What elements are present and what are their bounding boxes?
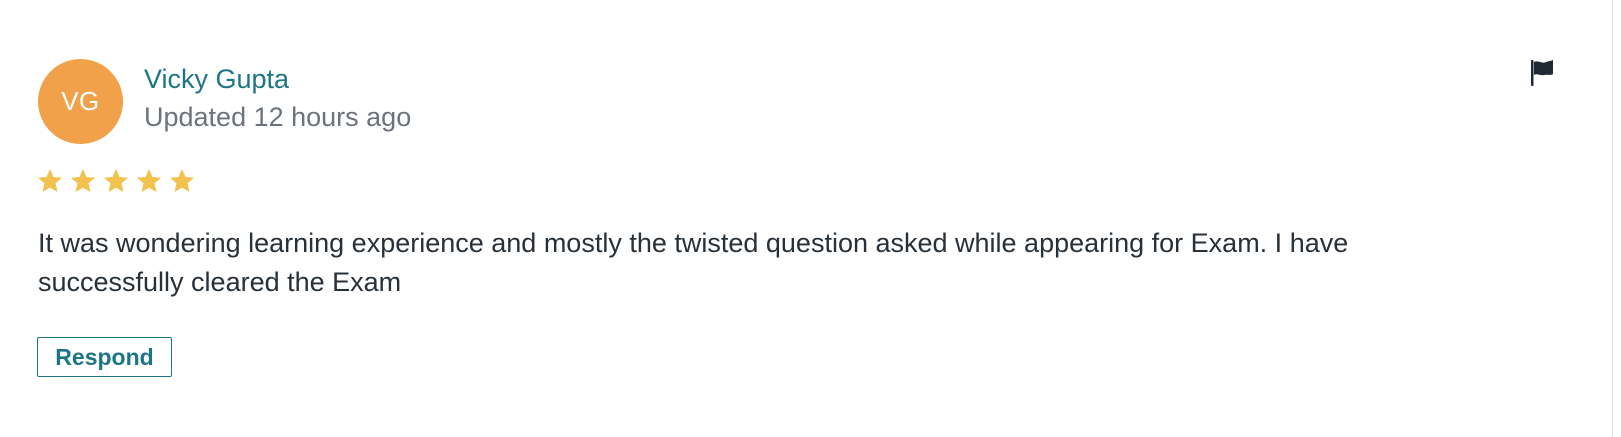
flag-icon[interactable] [1526, 58, 1556, 88]
star-icon [137, 169, 161, 192]
page-frame: VG Vicky Gupta Updated 12 hours ago It w… [0, 0, 1621, 437]
avatar-initials: VG [61, 86, 100, 116]
star-icon [38, 169, 62, 192]
review-body: It was wondering learning experience and… [38, 228, 1349, 297]
avatar: VG [38, 59, 123, 144]
star-icon [104, 169, 128, 192]
respond-button[interactable]: Respond [37, 337, 172, 377]
right-divider [1612, 0, 1613, 437]
star-icon [170, 169, 194, 192]
reviewer-name[interactable]: Vicky Gupta [144, 63, 289, 95]
review-card: VG Vicky Gupta Updated 12 hours ago It w… [0, 0, 1600, 437]
star-rating [36, 167, 196, 197]
star-icon [71, 169, 95, 192]
updated-timestamp: Updated 12 hours ago [144, 102, 412, 132]
